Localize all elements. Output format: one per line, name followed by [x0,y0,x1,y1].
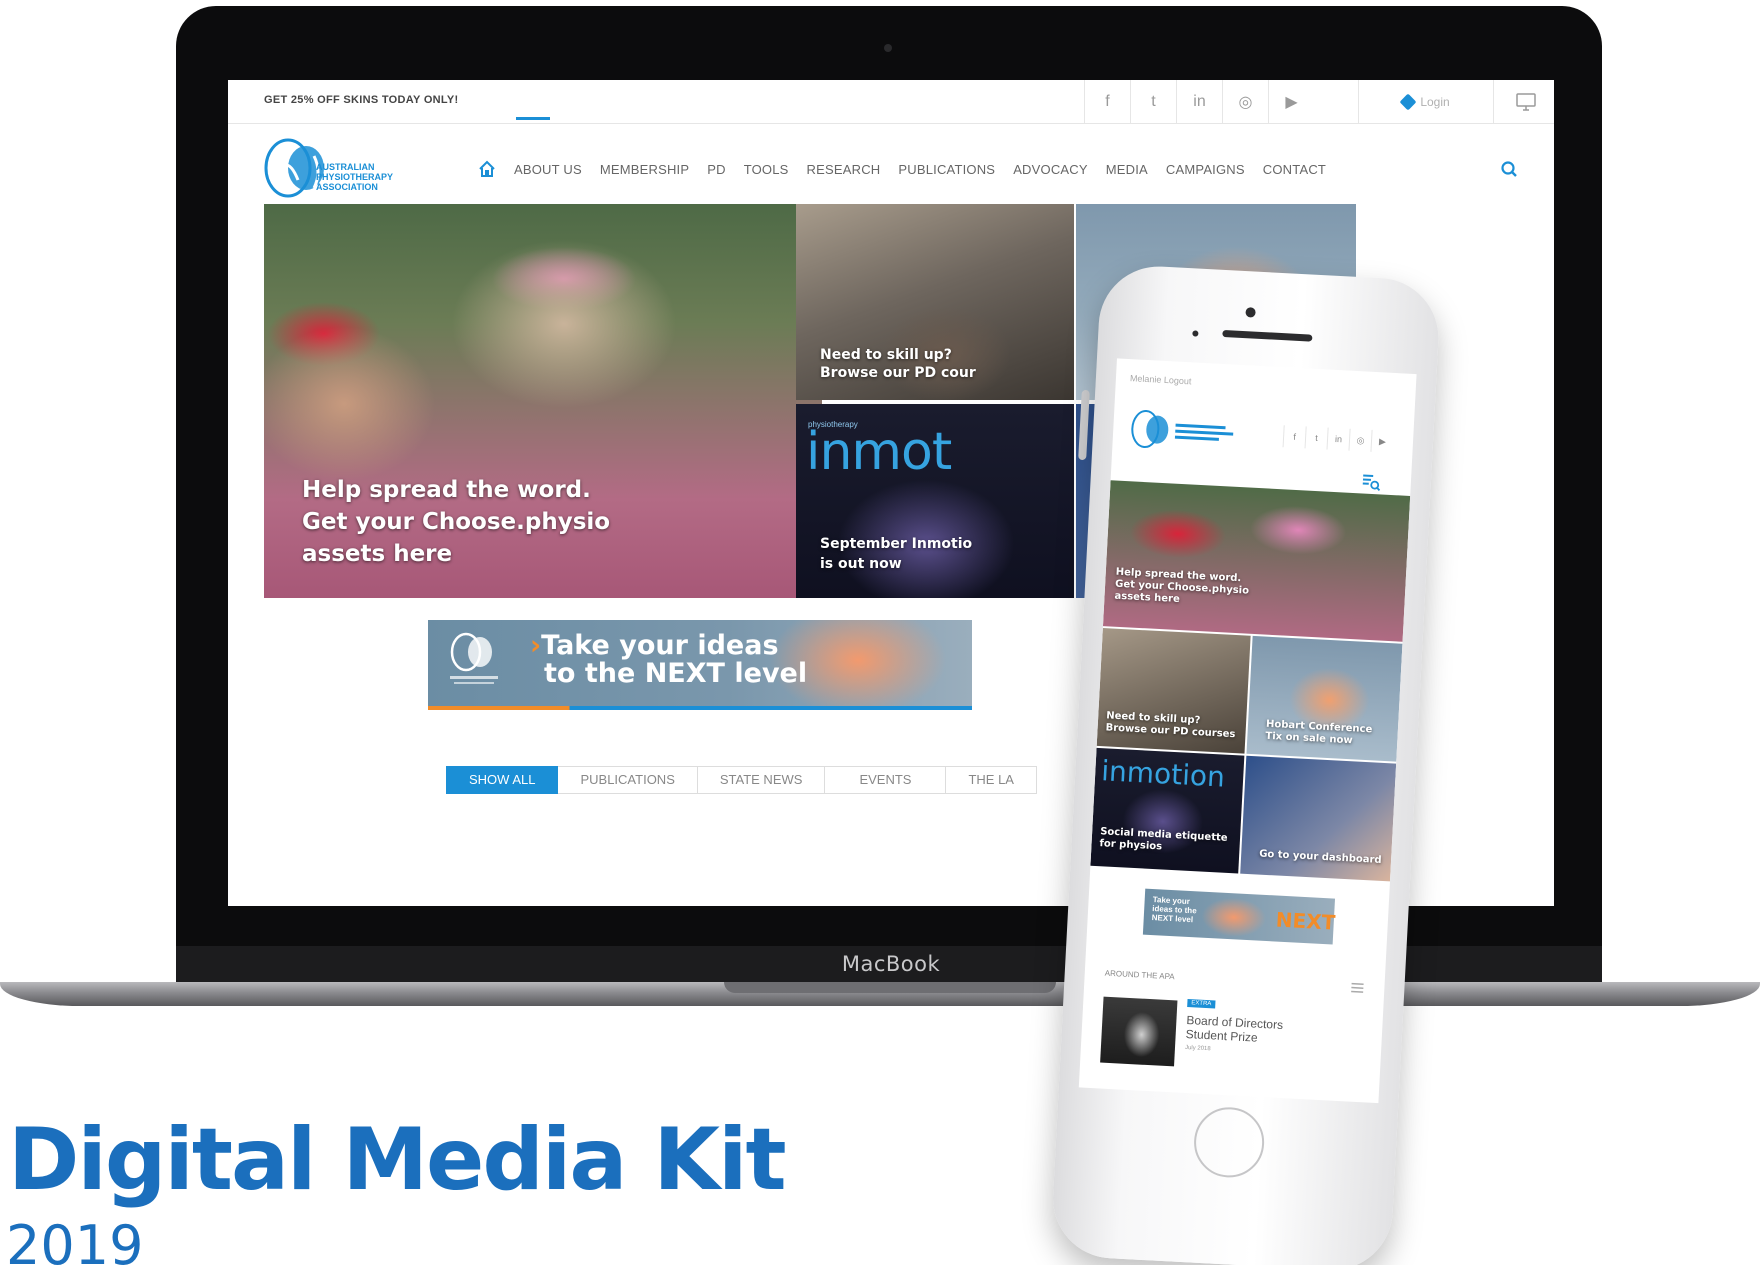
nav-item-tools[interactable]: TOOLS [744,162,789,177]
nav-item-media[interactable]: MEDIA [1106,162,1148,177]
pd-courses-tile[interactable]: Need to skill up? Browse our PD cour [796,204,1074,400]
mobile-user-status[interactable]: Melanie Logout [1130,373,1192,386]
tab-events[interactable]: EVENTS [825,766,947,794]
linkedin-icon[interactable]: in [1326,427,1350,451]
mobile-pd-caption: Need to skill up? Browse our PD courses [1105,710,1236,741]
mobile-banner-text: Take your ideas to the NEXT level [1152,895,1198,924]
banner-underline [428,706,972,710]
nav-item-pd[interactable]: PD [707,162,725,177]
inmotion-tile[interactable]: physiotherapy inmot September Inmotio is… [796,404,1074,598]
promo-text[interactable]: GET 25% OFF SKINS TODAY ONLY! [264,94,459,106]
mobile-dashboard-caption: Go to your dashboard [1258,848,1382,866]
mobile-apa-logo[interactable] [1128,403,1240,459]
nav-item-membership[interactable]: MEMBERSHIP [600,162,689,177]
hero-line-3: assets here [302,541,453,567]
phone-sensor [1192,330,1199,337]
monitor-icon[interactable] [1514,90,1538,114]
instagram-icon[interactable]: ◎ [1348,428,1372,452]
mobile-banner-next: NEXT [1275,907,1336,935]
home-icon[interactable] [478,160,496,178]
tab-the-latest[interactable]: THE LA [946,766,1037,794]
page-year: 2019 [6,1214,144,1265]
phone-speaker [1222,329,1313,342]
tab-state-news[interactable]: STATE NEWS [697,766,826,794]
site-topbar: GET 25% OFF SKINS TODAY ONLY! f t in ◎ ▶… [228,80,1554,124]
mobile-social-links: f t in ◎ ▶ [1282,425,1394,453]
mobile-hobart-caption: Hobart Conference Tix on sale now [1265,719,1372,749]
inmotion-line-1: September Inmotio [820,536,973,552]
laptop-notch [724,982,1056,993]
inmotion-brand: inmot [806,422,952,482]
mobile-banner-line-3: NEXT level [1151,913,1194,925]
twitter-icon[interactable]: t [1130,80,1176,124]
mobile-hobart-tile[interactable]: Hobart Conference Tix on sale now [1246,635,1403,762]
search-icon[interactable] [1500,160,1518,178]
mobile-hero-tile[interactable]: Help spread the word. Get your Choose.ph… [1102,480,1411,642]
article-title[interactable]: Board of Directors Student Prize [1185,1013,1306,1047]
banner-headline: ›Take your ideas to the NEXT level [530,632,807,688]
mobile-inmotion-tile[interactable]: inmotion Social media etiquette for phys… [1090,747,1245,874]
banner-line-1: Take your ideas [541,630,779,661]
facebook-icon[interactable]: f [1282,425,1306,449]
nav-item-publications[interactable]: PUBLICATIONS [898,162,995,177]
login-icon [1399,93,1417,111]
hero-caption: Help spread the word. Get your Choose.ph… [302,474,610,570]
article-thumbnail[interactable] [1100,996,1178,1067]
next-level-banner[interactable]: ›Take your ideas to the NEXT level [428,620,972,710]
mobile-inmotion-brand: inmotion [1100,754,1226,794]
inmotion-caption: September Inmotio is out now [820,534,972,574]
news-filter-tabs: SHOW ALL PUBLICATIONS STATE NEWS EVENTS … [446,766,1037,794]
logo-line-3: ASSOCIATION [316,182,378,192]
linkedin-icon[interactable]: in [1176,80,1222,124]
facebook-icon[interactable]: f [1084,80,1130,124]
nav-item-contact[interactable]: CONTACT [1263,162,1326,177]
nav-item-research[interactable]: RESEARCH [807,162,881,177]
phone-home-button [1192,1105,1266,1180]
pd-caption: Need to skill up? Browse our PD cour [820,346,976,382]
main-nav: ABOUT US MEMBERSHIP PD TOOLS RESEARCH PU… [478,160,1326,178]
youtube-icon[interactable]: ▶ [1370,429,1394,453]
media-kit-cover: MacBook GET 25% OFF SKINS TODAY ONLY! f … [0,0,1760,1265]
around-the-apa-heading: AROUND THE APA [1104,968,1175,982]
instagram-icon[interactable]: ◎ [1222,80,1268,124]
mobile-hero-caption: Help spread the word. Get your Choose.ph… [1114,567,1250,610]
logo-line-2: PHYSIOTHERAPY [316,172,394,182]
hero-tile[interactable]: Help spread the word. Get your Choose.ph… [264,204,822,598]
mobile-inmotion-caption: Social media etiquette for physios [1099,826,1228,857]
logo-line-1: AUSTRALIAN [316,162,375,172]
tab-publications[interactable]: PUBLICATIONS [558,766,698,794]
list-menu-icon[interactable] [1350,982,1365,995]
phone-camera [1245,307,1256,318]
mobile-dashboard-tile[interactable]: Go to your dashboard [1240,755,1397,882]
nav-item-campaigns[interactable]: CAMPAIGNS [1166,162,1245,177]
logo-text: AUSTRALIAN PHYSIOTHERAPY ASSOCIATION [316,162,393,192]
nav-item-advocacy[interactable]: ADVOCACY [1013,162,1088,177]
page-title: Digital Media Kit [8,1110,787,1210]
mobile-next-level-banner[interactable]: Take your ideas to the NEXT level NEXT [1142,888,1336,945]
banner-line-2: to the NEXT level [544,658,808,689]
inmotion-line-2: is out now [820,556,902,572]
laptop-camera [884,44,892,52]
pd-line-2: Browse our PD cour [820,365,976,381]
article-date: July 2018 [1184,1044,1211,1053]
apa-banner-logo [450,632,498,684]
nav-active-indicator [516,117,550,120]
menu-search-icon[interactable] [1360,471,1381,492]
chevron-right-icon: › [530,630,542,661]
laptop-brand-label: MacBook [841,952,941,976]
pd-line-1: Need to skill up? [820,347,952,363]
login-button[interactable]: Login [1358,80,1494,124]
youtube-icon[interactable]: ▶ [1268,80,1314,124]
twitter-icon[interactable]: t [1304,426,1328,450]
phone-device: Melanie Logout f t in ◎ ▶ Help spread th… [1049,263,1442,1265]
article-badge: EXTRA [1187,999,1216,1009]
nav-item-about-us[interactable]: ABOUT US [514,162,582,177]
mobile-pd-tile[interactable]: Need to skill up? Browse our PD courses [1096,628,1251,754]
login-label: Login [1420,95,1450,109]
hero-line-1: Help spread the word. [302,477,591,503]
phone-screen: Melanie Logout f t in ◎ ▶ Help spread th… [1078,358,1417,1104]
tab-show-all[interactable]: SHOW ALL [446,766,559,794]
hero-line-2: Get your Choose.physio [302,509,611,535]
